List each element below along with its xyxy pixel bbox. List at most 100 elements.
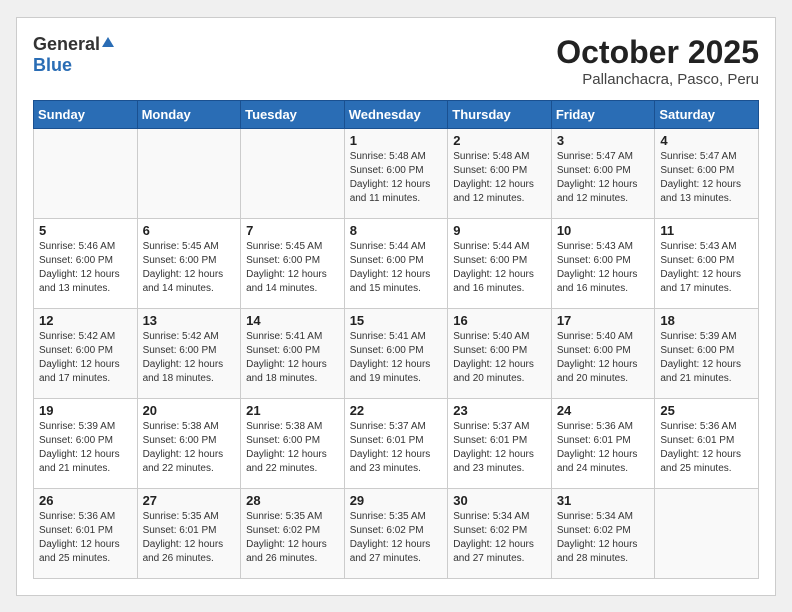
day-info: Sunrise: 5:34 AM Sunset: 6:02 PM Dayligh… [453, 510, 546, 566]
calendar-table: SundayMondayTuesdayWednesdayThursdayFrid… [33, 100, 759, 579]
logo-blue-text: Blue [33, 55, 72, 75]
day-cell: 17 Sunrise: 5:40 AM Sunset: 6:00 PM Dayli… [551, 308, 655, 398]
day-number: 10 [557, 223, 650, 238]
day-number: 25 [660, 403, 753, 418]
day-number: 1 [350, 133, 443, 148]
week-row-1: 1 Sunrise: 5:48 AM Sunset: 6:00 PM Daylig… [34, 128, 759, 218]
day-info: Sunrise: 5:47 AM Sunset: 6:00 PM Dayligh… [660, 150, 753, 206]
day-number: 2 [453, 133, 546, 148]
day-info: Sunrise: 5:35 AM Sunset: 6:02 PM Dayligh… [350, 510, 443, 566]
day-cell: 22 Sunrise: 5:37 AM Sunset: 6:01 PM Dayli… [344, 398, 448, 488]
header-row: SundayMondayTuesdayWednesdayThursdayFrid… [34, 100, 759, 128]
day-cell: 12 Sunrise: 5:42 AM Sunset: 6:00 PM Dayli… [34, 308, 138, 398]
day-number: 31 [557, 493, 650, 508]
location-title: Pallanchacra, Pasco, Peru [556, 71, 759, 88]
day-info: Sunrise: 5:45 AM Sunset: 6:00 PM Dayligh… [246, 240, 339, 296]
day-info: Sunrise: 5:42 AM Sunset: 6:00 PM Dayligh… [143, 330, 236, 386]
day-info: Sunrise: 5:34 AM Sunset: 6:02 PM Dayligh… [557, 510, 650, 566]
day-info: Sunrise: 5:38 AM Sunset: 6:00 PM Dayligh… [143, 420, 236, 476]
day-info: Sunrise: 5:39 AM Sunset: 6:00 PM Dayligh… [660, 330, 753, 386]
day-info: Sunrise: 5:37 AM Sunset: 6:01 PM Dayligh… [453, 420, 546, 476]
day-info: Sunrise: 5:45 AM Sunset: 6:00 PM Dayligh… [143, 240, 236, 296]
day-cell [241, 128, 345, 218]
day-cell [34, 128, 138, 218]
day-number: 18 [660, 313, 753, 328]
day-number: 20 [143, 403, 236, 418]
day-info: Sunrise: 5:35 AM Sunset: 6:01 PM Dayligh… [143, 510, 236, 566]
day-cell: 13Sunrise: 5:42 AM Sunset: 6:00 PM Dayli… [137, 308, 241, 398]
day-info: Sunrise: 5:39 AM Sunset: 6:00 PM Dayligh… [39, 420, 132, 476]
day-cell: 21Sunrise: 5:38 AM Sunset: 6:00 PM Dayli… [241, 398, 345, 488]
day-header-thursday: Thursday [448, 100, 552, 128]
day-number: 9 [453, 223, 546, 238]
week-row-2: 5Sunrise: 5:46 AM Sunset: 6:00 PM Daylig… [34, 218, 759, 308]
month-title: October 2025 [556, 34, 759, 71]
day-info: Sunrise: 5:43 AM Sunset: 6:00 PM Dayligh… [557, 240, 650, 296]
week-row-5: 26Sunrise: 5:36 AM Sunset: 6:01 PM Dayli… [34, 488, 759, 578]
day-cell: 5Sunrise: 5:46 AM Sunset: 6:00 PM Daylig… [34, 218, 138, 308]
day-info: Sunrise: 5:40 AM Sunset: 6:00 PM Dayligh… [557, 330, 650, 386]
day-cell: 28Sunrise: 5:35 AM Sunset: 6:02 PM Dayli… [241, 488, 345, 578]
day-cell: 29 Sunrise: 5:35 AM Sunset: 6:02 PM Dayli… [344, 488, 448, 578]
day-info: Sunrise: 5:44 AM Sunset: 6:00 PM Dayligh… [453, 240, 546, 296]
day-cell: 31 Sunrise: 5:34 AM Sunset: 6:02 PM Dayli… [551, 488, 655, 578]
week-row-4: 19 Sunrise: 5:39 AM Sunset: 6:00 PM Dayli… [34, 398, 759, 488]
day-info: Sunrise: 5:41 AM Sunset: 6:00 PM Dayligh… [246, 330, 339, 386]
logo-general-text: General [33, 34, 100, 55]
title-area: October 2025 Pallanchacra, Pasco, Peru [556, 34, 759, 88]
day-number: 17 [557, 313, 650, 328]
logo: General Blue [33, 34, 116, 76]
day-header-tuesday: Tuesday [241, 100, 345, 128]
day-number: 3 [557, 133, 650, 148]
day-number: 27 [143, 493, 236, 508]
day-number: 19 [39, 403, 132, 418]
day-number: 26 [39, 493, 132, 508]
calendar-wrapper: General Blue October 2025 Pallanchacra, … [16, 17, 776, 596]
day-cell: 6 Sunrise: 5:45 AM Sunset: 6:00 PM Daylig… [137, 218, 241, 308]
day-number: 12 [39, 313, 132, 328]
day-cell: 10 Sunrise: 5:43 AM Sunset: 6:00 PM Dayli… [551, 218, 655, 308]
day-number: 29 [350, 493, 443, 508]
day-number: 6 [143, 223, 236, 238]
day-cell: 3 Sunrise: 5:47 AM Sunset: 6:00 PM Daylig… [551, 128, 655, 218]
day-info: Sunrise: 5:37 AM Sunset: 6:01 PM Dayligh… [350, 420, 443, 476]
day-number: 21 [246, 403, 339, 418]
day-number: 22 [350, 403, 443, 418]
week-row-3: 12 Sunrise: 5:42 AM Sunset: 6:00 PM Dayli… [34, 308, 759, 398]
day-info: Sunrise: 5:47 AM Sunset: 6:00 PM Dayligh… [557, 150, 650, 206]
day-cell: 8 Sunrise: 5:44 AM Sunset: 6:00 PM Daylig… [344, 218, 448, 308]
day-cell: 19 Sunrise: 5:39 AM Sunset: 6:00 PM Dayli… [34, 398, 138, 488]
day-cell: 9 Sunrise: 5:44 AM Sunset: 6:00 PM Daylig… [448, 218, 552, 308]
day-header-friday: Friday [551, 100, 655, 128]
day-info: Sunrise: 5:42 AM Sunset: 6:00 PM Dayligh… [39, 330, 132, 386]
day-cell [137, 128, 241, 218]
logo-triangle-icon [102, 37, 114, 47]
day-cell: 26Sunrise: 5:36 AM Sunset: 6:01 PM Dayli… [34, 488, 138, 578]
day-cell: 25Sunrise: 5:36 AM Sunset: 6:01 PM Dayli… [655, 398, 759, 488]
day-number: 11 [660, 223, 753, 238]
day-number: 28 [246, 493, 339, 508]
day-header-sunday: Sunday [34, 100, 138, 128]
day-info: Sunrise: 5:41 AM Sunset: 6:00 PM Dayligh… [350, 330, 443, 386]
day-number: 14 [246, 313, 339, 328]
day-number: 23 [453, 403, 546, 418]
day-cell: 24Sunrise: 5:36 AM Sunset: 6:01 PM Dayli… [551, 398, 655, 488]
day-cell: 4 Sunrise: 5:47 AM Sunset: 6:00 PM Daylig… [655, 128, 759, 218]
day-cell: 23 Sunrise: 5:37 AM Sunset: 6:01 PM Dayli… [448, 398, 552, 488]
day-cell [655, 488, 759, 578]
day-cell: 11Sunrise: 5:43 AM Sunset: 6:00 PM Dayli… [655, 218, 759, 308]
day-number: 4 [660, 133, 753, 148]
day-number: 15 [350, 313, 443, 328]
day-info: Sunrise: 5:48 AM Sunset: 6:00 PM Dayligh… [453, 150, 546, 206]
day-number: 8 [350, 223, 443, 238]
day-cell: 1 Sunrise: 5:48 AM Sunset: 6:00 PM Daylig… [344, 128, 448, 218]
header-area: General Blue October 2025 Pallanchacra, … [33, 34, 759, 88]
day-header-monday: Monday [137, 100, 241, 128]
day-cell: 27 Sunrise: 5:35 AM Sunset: 6:01 PM Dayli… [137, 488, 241, 578]
day-cell: 2 Sunrise: 5:48 AM Sunset: 6:00 PM Daylig… [448, 128, 552, 218]
day-info: Sunrise: 5:44 AM Sunset: 6:00 PM Dayligh… [350, 240, 443, 296]
day-info: Sunrise: 5:36 AM Sunset: 6:01 PM Dayligh… [557, 420, 650, 476]
day-info: Sunrise: 5:48 AM Sunset: 6:00 PM Dayligh… [350, 150, 443, 206]
day-info: Sunrise: 5:46 AM Sunset: 6:00 PM Dayligh… [39, 240, 132, 296]
day-header-wednesday: Wednesday [344, 100, 448, 128]
